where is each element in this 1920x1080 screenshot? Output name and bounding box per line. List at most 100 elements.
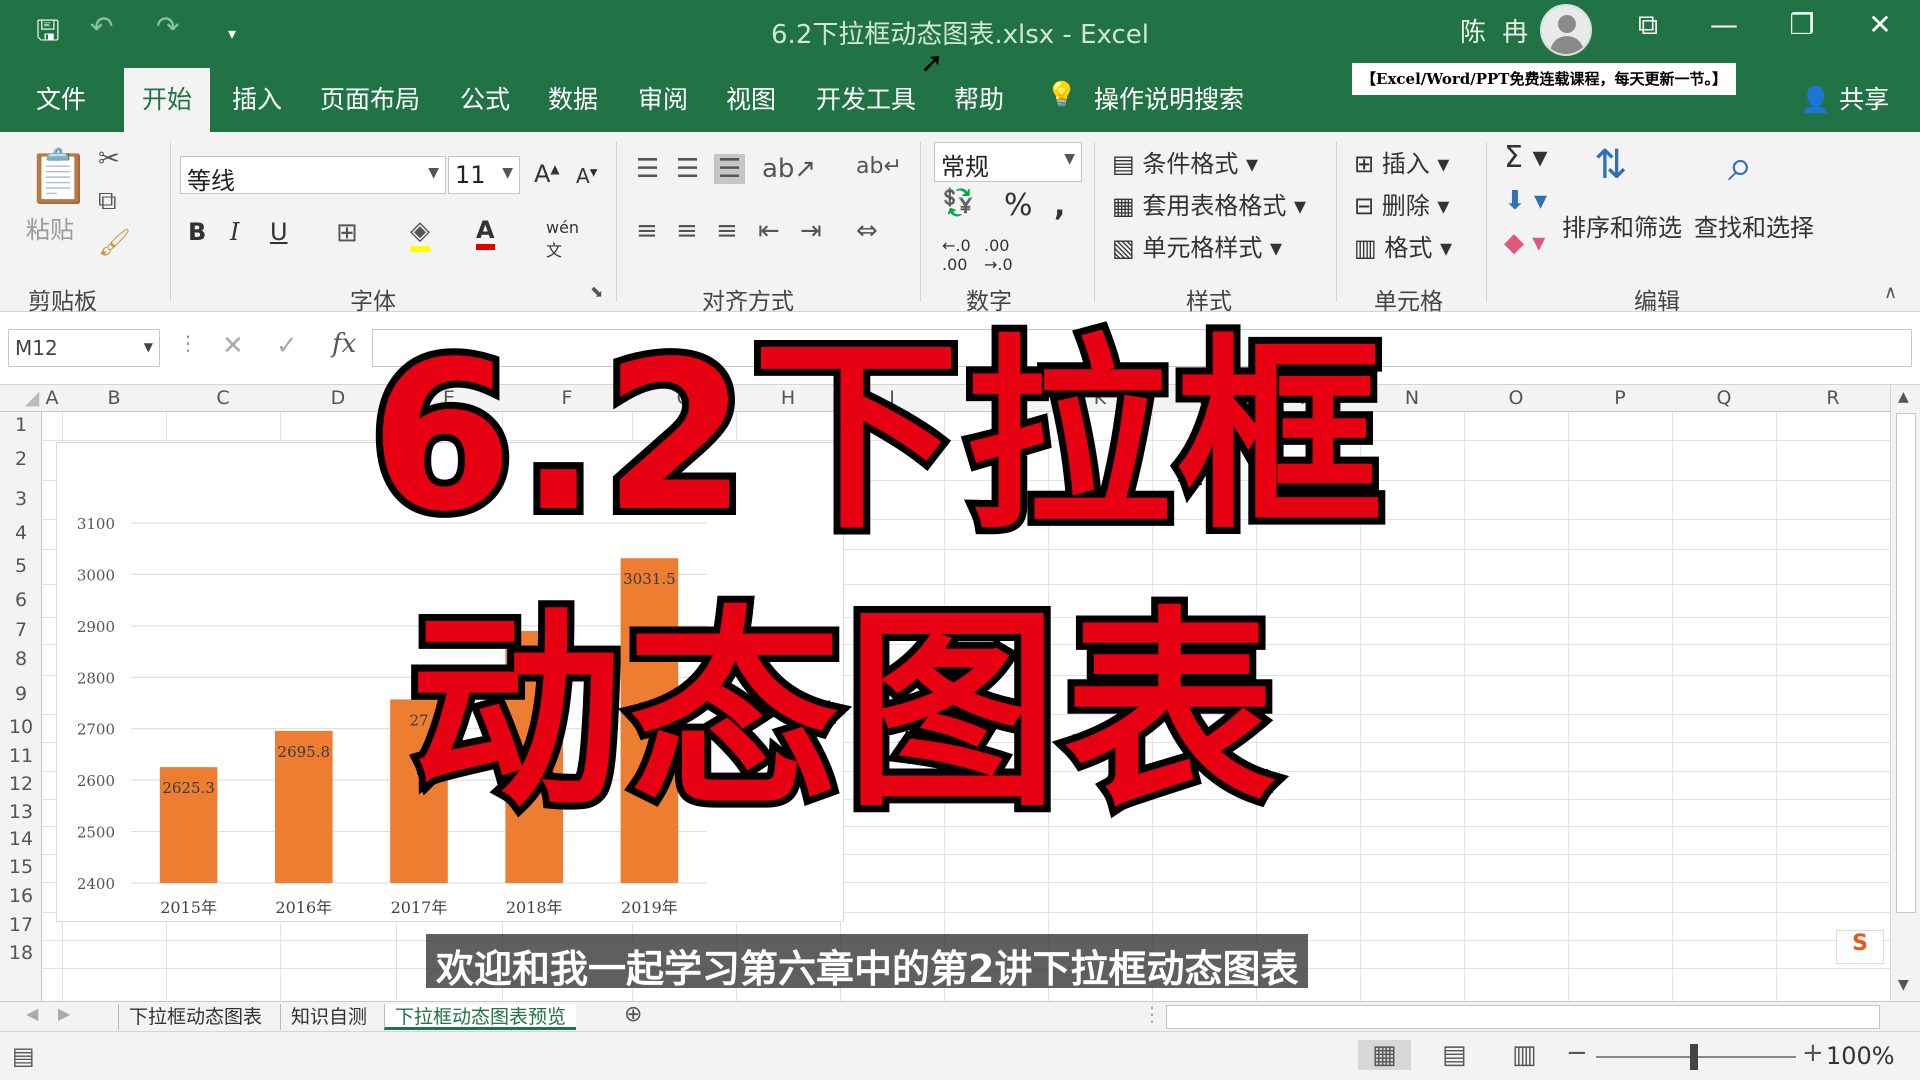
cell-styles-button[interactable]: ▧ 单元格样式 ▾ [1112,228,1282,263]
row-header-3[interactable]: 3 [0,488,42,510]
autosum-icon[interactable]: Σ ▾ [1504,140,1548,175]
col-header-o[interactable]: O [1464,387,1568,409]
copy-icon[interactable]: ⧉ [98,186,117,217]
select-all-icon[interactable]: ◢ [22,387,42,409]
row-header-10[interactable]: 10 [0,716,42,738]
row-header-15[interactable]: 15 [0,856,42,878]
horizontal-scrollbar[interactable] [1166,1005,1880,1029]
col-header-r[interactable]: R [1776,387,1890,409]
percent-style-icon[interactable]: % [1004,188,1033,223]
col-header-p[interactable]: P [1568,387,1672,409]
row-header-18[interactable]: 18 [0,942,42,964]
row-header-5[interactable]: 5 [0,555,42,577]
sheet-tab-self-test[interactable]: 知识自测 [280,1004,377,1030]
scroll-down-icon[interactable]: ▼ [1898,977,1909,993]
decrease-font-icon[interactable]: A▼ [576,164,597,188]
row-header-14[interactable]: 14 [0,828,42,850]
tell-me-search[interactable]: 操作说明搜索 [1094,80,1244,116]
scroll-thumb[interactable] [1896,413,1916,913]
col-header-b[interactable]: B [62,387,166,409]
zoom-out-icon[interactable]: − [1566,1038,1588,1068]
underline-button[interactable]: U [270,218,288,246]
enter-icon[interactable]: ✓ [276,331,298,361]
sort-filter-button[interactable]: 排序和筛选 [1562,208,1682,243]
sheet-tab-dropdown-chart[interactable]: 下拉框动态图表 [118,1004,272,1030]
comma-style-icon[interactable]: , [1054,188,1065,223]
font-name-select[interactable]: 等线 ▼ [180,156,446,195]
restore-icon[interactable]: ❐ [1778,8,1826,41]
ribbon-display-icon[interactable]: ⧉ [1624,8,1672,42]
vertical-scrollbar[interactable]: ▲ ▼ [1890,385,1920,1001]
phonetic-icon[interactable]: wén 文 [546,218,579,261]
sheet-tab-preview[interactable]: 下拉框动态图表预览 [384,1004,577,1030]
find-select-button[interactable]: 查找和选择 [1694,208,1814,243]
italic-button[interactable]: I [230,218,239,246]
row-header-2[interactable]: 2 [0,448,42,470]
row-header-12[interactable]: 12 [0,773,42,795]
align-left-icon[interactable]: ≡ [636,216,658,246]
row-header-9[interactable]: 9 [0,683,42,705]
cut-icon[interactable]: ✂ [98,144,120,174]
add-sheet-icon[interactable]: ⊕ [624,1002,642,1027]
sort-filter-icon[interactable]: ⇅ [1594,142,1628,188]
tab-developer[interactable]: 开发工具 [816,80,916,116]
avatar[interactable] [1540,4,1592,56]
tab-view[interactable]: 视图 [726,80,776,116]
insert-function-icon[interactable]: fx [332,329,356,359]
font-size-select[interactable]: 11 ▼ [448,156,520,194]
fill-icon[interactable]: ⬇ ▾ [1504,186,1547,216]
name-box[interactable]: M12 ▼ [8,329,160,367]
conditional-formatting-button[interactable]: ▤ 条件格式 ▾ [1112,144,1258,179]
paste-label[interactable]: 粘贴 [26,210,74,245]
ime-logo[interactable]: S [1836,930,1884,964]
format-painter-icon[interactable]: 🖌 [98,228,131,258]
collapse-ribbon-icon[interactable]: ∧ [1884,282,1897,303]
macro-record-icon[interactable]: ▤ [12,1042,35,1070]
wrap-text-icon[interactable]: ab↵ [856,154,902,179]
tab-help[interactable]: 帮助 [954,80,1004,116]
fill-color-icon[interactable]: ◈ [410,216,430,252]
tab-data[interactable]: 数据 [548,80,598,116]
share-button[interactable]: 👤 共享 [1800,80,1889,116]
tab-page-layout[interactable]: 页面布局 [320,80,420,116]
increase-indent-icon[interactable]: ⇥ [800,216,822,246]
minimize-icon[interactable]: — [1700,8,1748,41]
row-header-11[interactable]: 11 [0,745,42,767]
font-color-icon[interactable]: A [476,216,495,250]
row-header-4[interactable]: 4 [0,522,42,544]
align-middle-icon[interactable]: ☰ [676,154,699,184]
row-header-7[interactable]: 7 [0,619,42,641]
row-header-13[interactable]: 13 [0,801,42,823]
increase-decimal-icon[interactable]: ←.0.00 [942,236,971,274]
zoom-level[interactable]: 100% [1826,1042,1895,1070]
zoom-slider-thumb[interactable] [1690,1044,1698,1070]
row-header-17[interactable]: 17 [0,914,42,936]
increase-font-icon[interactable]: A▲ [534,160,560,188]
orientation-icon[interactable]: ab↗ [762,154,816,184]
cancel-icon[interactable]: ✕ [222,331,244,361]
decrease-decimal-icon[interactable]: .00 →.0 [984,236,1013,274]
tab-formulas[interactable]: 公式 [460,80,510,116]
merge-center-icon[interactable]: ⇔ [856,216,878,246]
prev-sheet-icon[interactable]: ◀ [26,1004,38,1023]
row-header-16[interactable]: 16 [0,885,42,907]
normal-view-icon[interactable]: ▦ [1358,1040,1411,1070]
paste-icon[interactable]: 📋 [26,146,91,207]
col-header-q[interactable]: Q [1672,387,1776,409]
tab-split-handle[interactable]: ⋮ [1142,1002,1162,1026]
decrease-indent-icon[interactable]: ⇤ [758,216,780,246]
tab-home[interactable]: 开始 [124,68,211,132]
row-header-8[interactable]: 8 [0,648,42,670]
format-cells-button[interactable]: ▥ 格式 ▾ [1354,228,1452,263]
col-header-a[interactable]: A [42,387,62,409]
next-sheet-icon[interactable]: ▶ [58,1004,70,1023]
bold-button[interactable]: B [188,218,206,246]
align-bottom-icon[interactable]: ☰ [714,154,746,184]
clear-icon[interactable]: ◆ ▾ [1504,228,1545,258]
tab-review[interactable]: 审阅 [638,80,688,116]
borders-icon[interactable]: ⊞ [336,218,358,248]
row-header-6[interactable]: 6 [0,589,42,611]
align-right-icon[interactable]: ≡ [716,216,738,246]
page-break-view-icon[interactable]: ▥ [1512,1040,1537,1070]
tab-file[interactable]: 文件 [36,80,86,116]
